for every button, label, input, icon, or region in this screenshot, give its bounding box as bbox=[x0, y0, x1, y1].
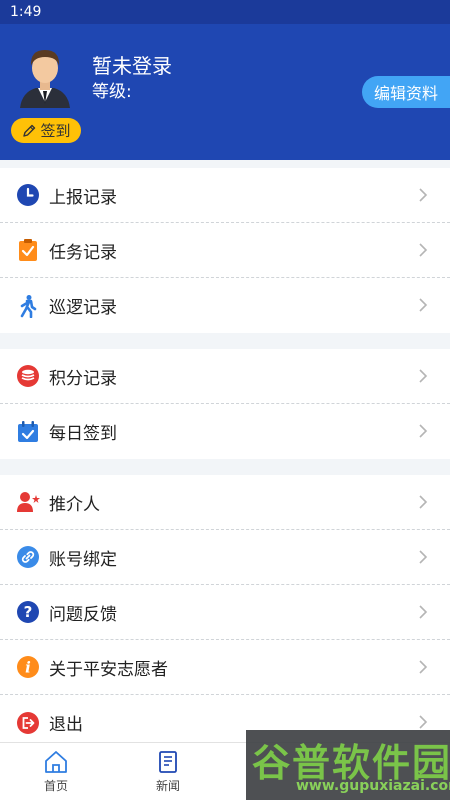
question-icon: ? bbox=[15, 599, 41, 625]
menu-label: 问题反馈 bbox=[49, 604, 117, 625]
checkin-button[interactable]: 签到 bbox=[11, 118, 81, 143]
menu-label: 账号绑定 bbox=[49, 549, 117, 570]
menu-group-account: 推介人 账号绑定 ? 问题反馈 i 关于平安志愿者 退出 bbox=[0, 475, 450, 750]
link-icon bbox=[15, 544, 41, 570]
menu-item-report-records[interactable]: 上报记录 bbox=[0, 168, 450, 223]
chevron-right-icon bbox=[419, 243, 428, 257]
user-star-icon bbox=[15, 489, 41, 515]
chevron-right-icon bbox=[419, 550, 428, 564]
user-level: 等级: bbox=[92, 77, 132, 102]
news-icon bbox=[159, 751, 177, 773]
chevron-right-icon bbox=[419, 495, 428, 509]
menu-label: 关于平安志愿者 bbox=[49, 659, 168, 680]
svg-text:?: ? bbox=[24, 603, 33, 621]
coin-stack-icon bbox=[15, 363, 41, 389]
chevron-right-icon bbox=[419, 605, 428, 619]
avatar[interactable] bbox=[14, 44, 76, 108]
menu-item-patrol-records[interactable]: 巡逻记录 bbox=[0, 278, 450, 333]
pencil-icon bbox=[23, 124, 36, 137]
home-icon bbox=[45, 751, 67, 773]
menu-label: 巡逻记录 bbox=[49, 298, 117, 318]
tab-home-label: 首页 bbox=[43, 779, 68, 793]
chevron-right-icon bbox=[419, 369, 428, 383]
tab-home[interactable]: 首页 bbox=[26, 749, 86, 794]
clipboard-check-icon bbox=[15, 237, 41, 263]
walking-person-icon bbox=[15, 293, 41, 319]
menu-label: 上报记录 bbox=[49, 187, 117, 208]
level-label: 等级: bbox=[92, 82, 132, 102]
svg-text:i: i bbox=[25, 659, 31, 677]
info-icon: i bbox=[15, 654, 41, 680]
chevron-right-icon bbox=[419, 298, 428, 312]
chevron-right-icon bbox=[419, 715, 428, 729]
menu-item-daily-checkin[interactable]: 每日签到 bbox=[0, 404, 450, 459]
edit-profile-button[interactable]: 编辑资料 bbox=[362, 76, 450, 108]
menu-group-records: 上报记录 任务记录 巡逻记录 bbox=[0, 168, 450, 333]
menu-item-referrer[interactable]: 推介人 bbox=[0, 475, 450, 530]
profile-header: 签到 暂未登录 等级: 编辑资料 bbox=[0, 24, 450, 160]
menu-label: 退出 bbox=[49, 715, 83, 735]
menu-item-account-binding[interactable]: 账号绑定 bbox=[0, 530, 450, 585]
tab-news-label: 新闻 bbox=[155, 779, 180, 793]
status-time: 1:49 bbox=[10, 4, 42, 20]
watermark-url: www.gupuxiazai.com bbox=[296, 778, 450, 794]
menu-label: 积分记录 bbox=[49, 368, 117, 389]
menu-item-about[interactable]: i 关于平安志愿者 bbox=[0, 640, 450, 695]
menu-label: 推介人 bbox=[49, 494, 100, 515]
logout-icon bbox=[15, 710, 41, 736]
menu-item-task-records[interactable]: 任务记录 bbox=[0, 223, 450, 278]
clock-icon bbox=[15, 182, 41, 208]
tab-news[interactable]: 新闻 bbox=[138, 749, 198, 794]
checkin-label: 签到 bbox=[40, 122, 71, 140]
menu-label: 每日签到 bbox=[49, 424, 117, 444]
menu-item-points-records[interactable]: 积分记录 bbox=[0, 349, 450, 404]
status-bar: 1:49 bbox=[0, 0, 450, 24]
menu-label: 任务记录 bbox=[49, 242, 117, 263]
chevron-right-icon bbox=[419, 188, 428, 202]
avatar-icon bbox=[20, 50, 70, 108]
menu-group-points: 积分记录 每日签到 bbox=[0, 349, 450, 459]
chevron-right-icon bbox=[419, 660, 428, 674]
watermark: 谷普软件园 www.gupuxiazai.com bbox=[246, 730, 450, 800]
user-name: 暂未登录 bbox=[92, 54, 172, 78]
calendar-check-icon bbox=[15, 419, 41, 445]
chevron-right-icon bbox=[419, 424, 428, 438]
menu-item-feedback[interactable]: ? 问题反馈 bbox=[0, 585, 450, 640]
